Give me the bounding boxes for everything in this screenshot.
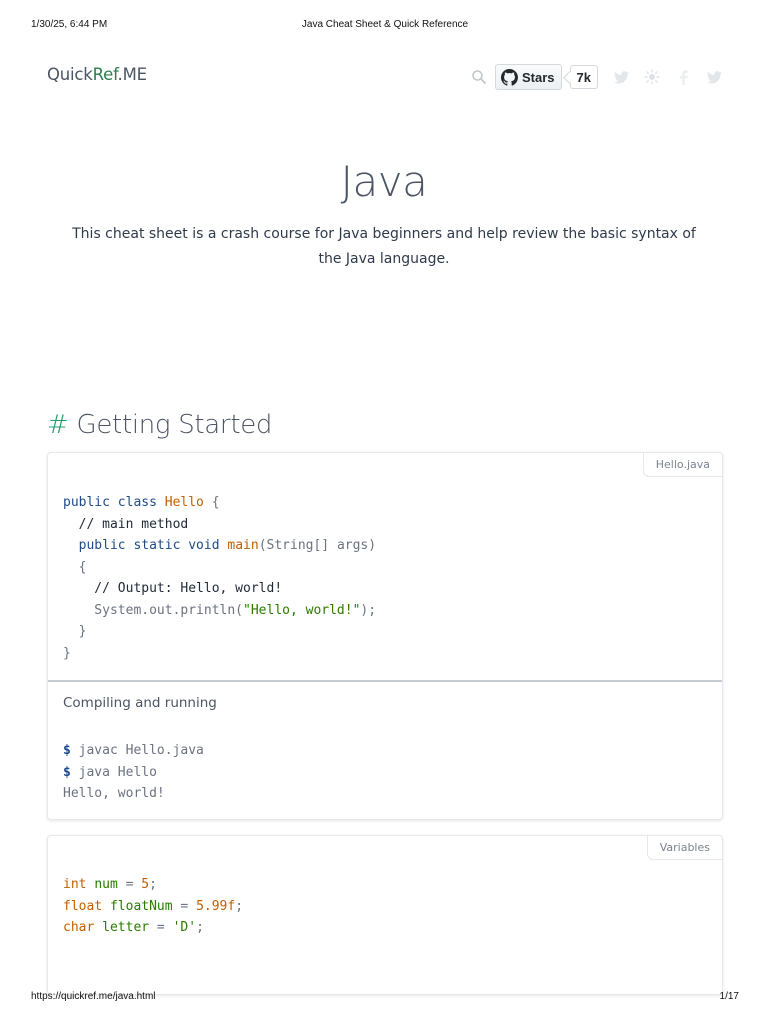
code-line: System.out.println("Hello, world!"); bbox=[63, 603, 376, 618]
code-token: num bbox=[94, 877, 118, 892]
print-header: 1/30/25, 6:44 PM Java Cheat Sheet & Quic… bbox=[31, 19, 739, 33]
code-token: ); bbox=[360, 602, 377, 618]
site-logo[interactable]: QuickRef.ME bbox=[47, 65, 147, 84]
code-token: { bbox=[63, 559, 87, 575]
print-url: https://quickref.me/java.html bbox=[31, 991, 156, 1002]
code-line: int num = 5; bbox=[63, 877, 157, 892]
github-stars-count[interactable]: 7k bbox=[569, 65, 598, 89]
code-token: } bbox=[63, 624, 87, 639]
print-footer: https://quickref.me/java.html 1/17 bbox=[31, 991, 739, 1005]
code-token: javac Hello.java bbox=[78, 743, 204, 758]
code-token: 'D' bbox=[172, 920, 197, 935]
card-tag-hello-java: Hello.java bbox=[642, 453, 722, 477]
card-tag-variables: Variables bbox=[646, 836, 722, 860]
variables-code-block: int num = 5; float floatNum = 5.99f; cha… bbox=[63, 874, 243, 939]
card-divider bbox=[48, 680, 722, 682]
code-token: int bbox=[63, 877, 95, 892]
code-token: $ bbox=[63, 743, 79, 758]
code-token: $ bbox=[63, 764, 79, 780]
section-title: Getting Started bbox=[76, 410, 273, 440]
github-stars-label: Stars bbox=[522, 69, 555, 85]
code-token: { bbox=[203, 495, 220, 510]
code-token: 5.99f bbox=[196, 898, 236, 914]
code-line: public static void main(String[] args) bbox=[63, 538, 376, 553]
twitter-icon[interactable] bbox=[613, 69, 629, 85]
top-navbar: QuickRef.ME Stars 7k bbox=[47, 62, 722, 92]
code-token: = bbox=[149, 920, 173, 935]
code-token: 5 bbox=[141, 877, 150, 892]
toolbar: Stars 7k bbox=[471, 62, 722, 92]
code-token: java Hello bbox=[78, 764, 157, 780]
code-token: } bbox=[63, 645, 71, 661]
page-title: Java bbox=[340, 157, 428, 206]
code-card-variables: Variables int num = 5; float floatNum = … bbox=[47, 835, 723, 995]
print-page-number: 1/17 bbox=[719, 991, 739, 1002]
code-token: Hello, world! bbox=[63, 786, 165, 801]
code-token: // main method bbox=[63, 516, 189, 532]
code-token: float bbox=[63, 898, 110, 914]
code-token: System.out.println( bbox=[63, 602, 244, 618]
code-line: { bbox=[63, 559, 87, 575]
code-line: $ javac Hello.java bbox=[63, 743, 204, 758]
facebook-icon[interactable] bbox=[675, 69, 691, 85]
code-line: Hello, world! bbox=[63, 786, 165, 801]
code-token: = bbox=[117, 877, 142, 892]
code-token: public class bbox=[63, 495, 165, 510]
code-line: // main method bbox=[63, 516, 189, 532]
code-line: // Output: Hello, world! bbox=[63, 581, 282, 596]
code-token: char bbox=[63, 920, 103, 935]
theme-toggle-icon[interactable] bbox=[644, 69, 660, 85]
code-line: } bbox=[63, 624, 87, 639]
page-description: This cheat sheet is a crash course for J… bbox=[72, 226, 696, 267]
code-token: "Hello, world!" bbox=[243, 602, 361, 618]
code-token: letter bbox=[102, 920, 150, 935]
code-card-hello-java: Hello.java public class Hello { // main … bbox=[47, 452, 723, 820]
code-line: public class Hello { bbox=[63, 495, 220, 510]
code-token: Hello bbox=[164, 495, 204, 510]
print-title: Java Cheat Sheet & Quick Reference bbox=[301, 19, 469, 30]
code-token: ; bbox=[235, 898, 244, 914]
logo-me: .ME bbox=[117, 65, 148, 84]
shell-code-block: $ javac Hello.java $ java Hello Hello, w… bbox=[63, 740, 204, 805]
logo-quick: Quick bbox=[47, 65, 93, 84]
code-token: main bbox=[227, 538, 259, 553]
github-icon bbox=[501, 68, 518, 86]
code-token: = bbox=[172, 898, 197, 914]
code-token: floatNum bbox=[109, 898, 173, 914]
code-line: $ java Hello bbox=[63, 765, 157, 780]
code-token: ; bbox=[196, 920, 204, 935]
github-stars-button[interactable]: Stars bbox=[495, 64, 562, 90]
logo-ref: Ref bbox=[92, 65, 118, 84]
section-anchor-link[interactable]: # bbox=[47, 410, 69, 440]
hello-java-code-block: public class Hello { // main method publ… bbox=[63, 492, 376, 664]
compiling-running-subtitle: Compiling and running bbox=[63, 695, 217, 711]
code-line: char letter = 'D'; bbox=[63, 920, 204, 935]
code-line: } bbox=[63, 646, 71, 661]
code-token: (String[] args) bbox=[258, 538, 377, 553]
twitter-share-icon[interactable] bbox=[706, 69, 722, 85]
code-token: ; bbox=[149, 877, 157, 892]
code-token: public static void bbox=[63, 538, 228, 553]
code-line: float floatNum = 5.99f; bbox=[63, 899, 243, 914]
section-heading-getting-started: # Getting Started bbox=[47, 410, 272, 440]
code-token: // Output: Hello, world! bbox=[63, 581, 283, 596]
search-icon[interactable] bbox=[471, 69, 487, 85]
